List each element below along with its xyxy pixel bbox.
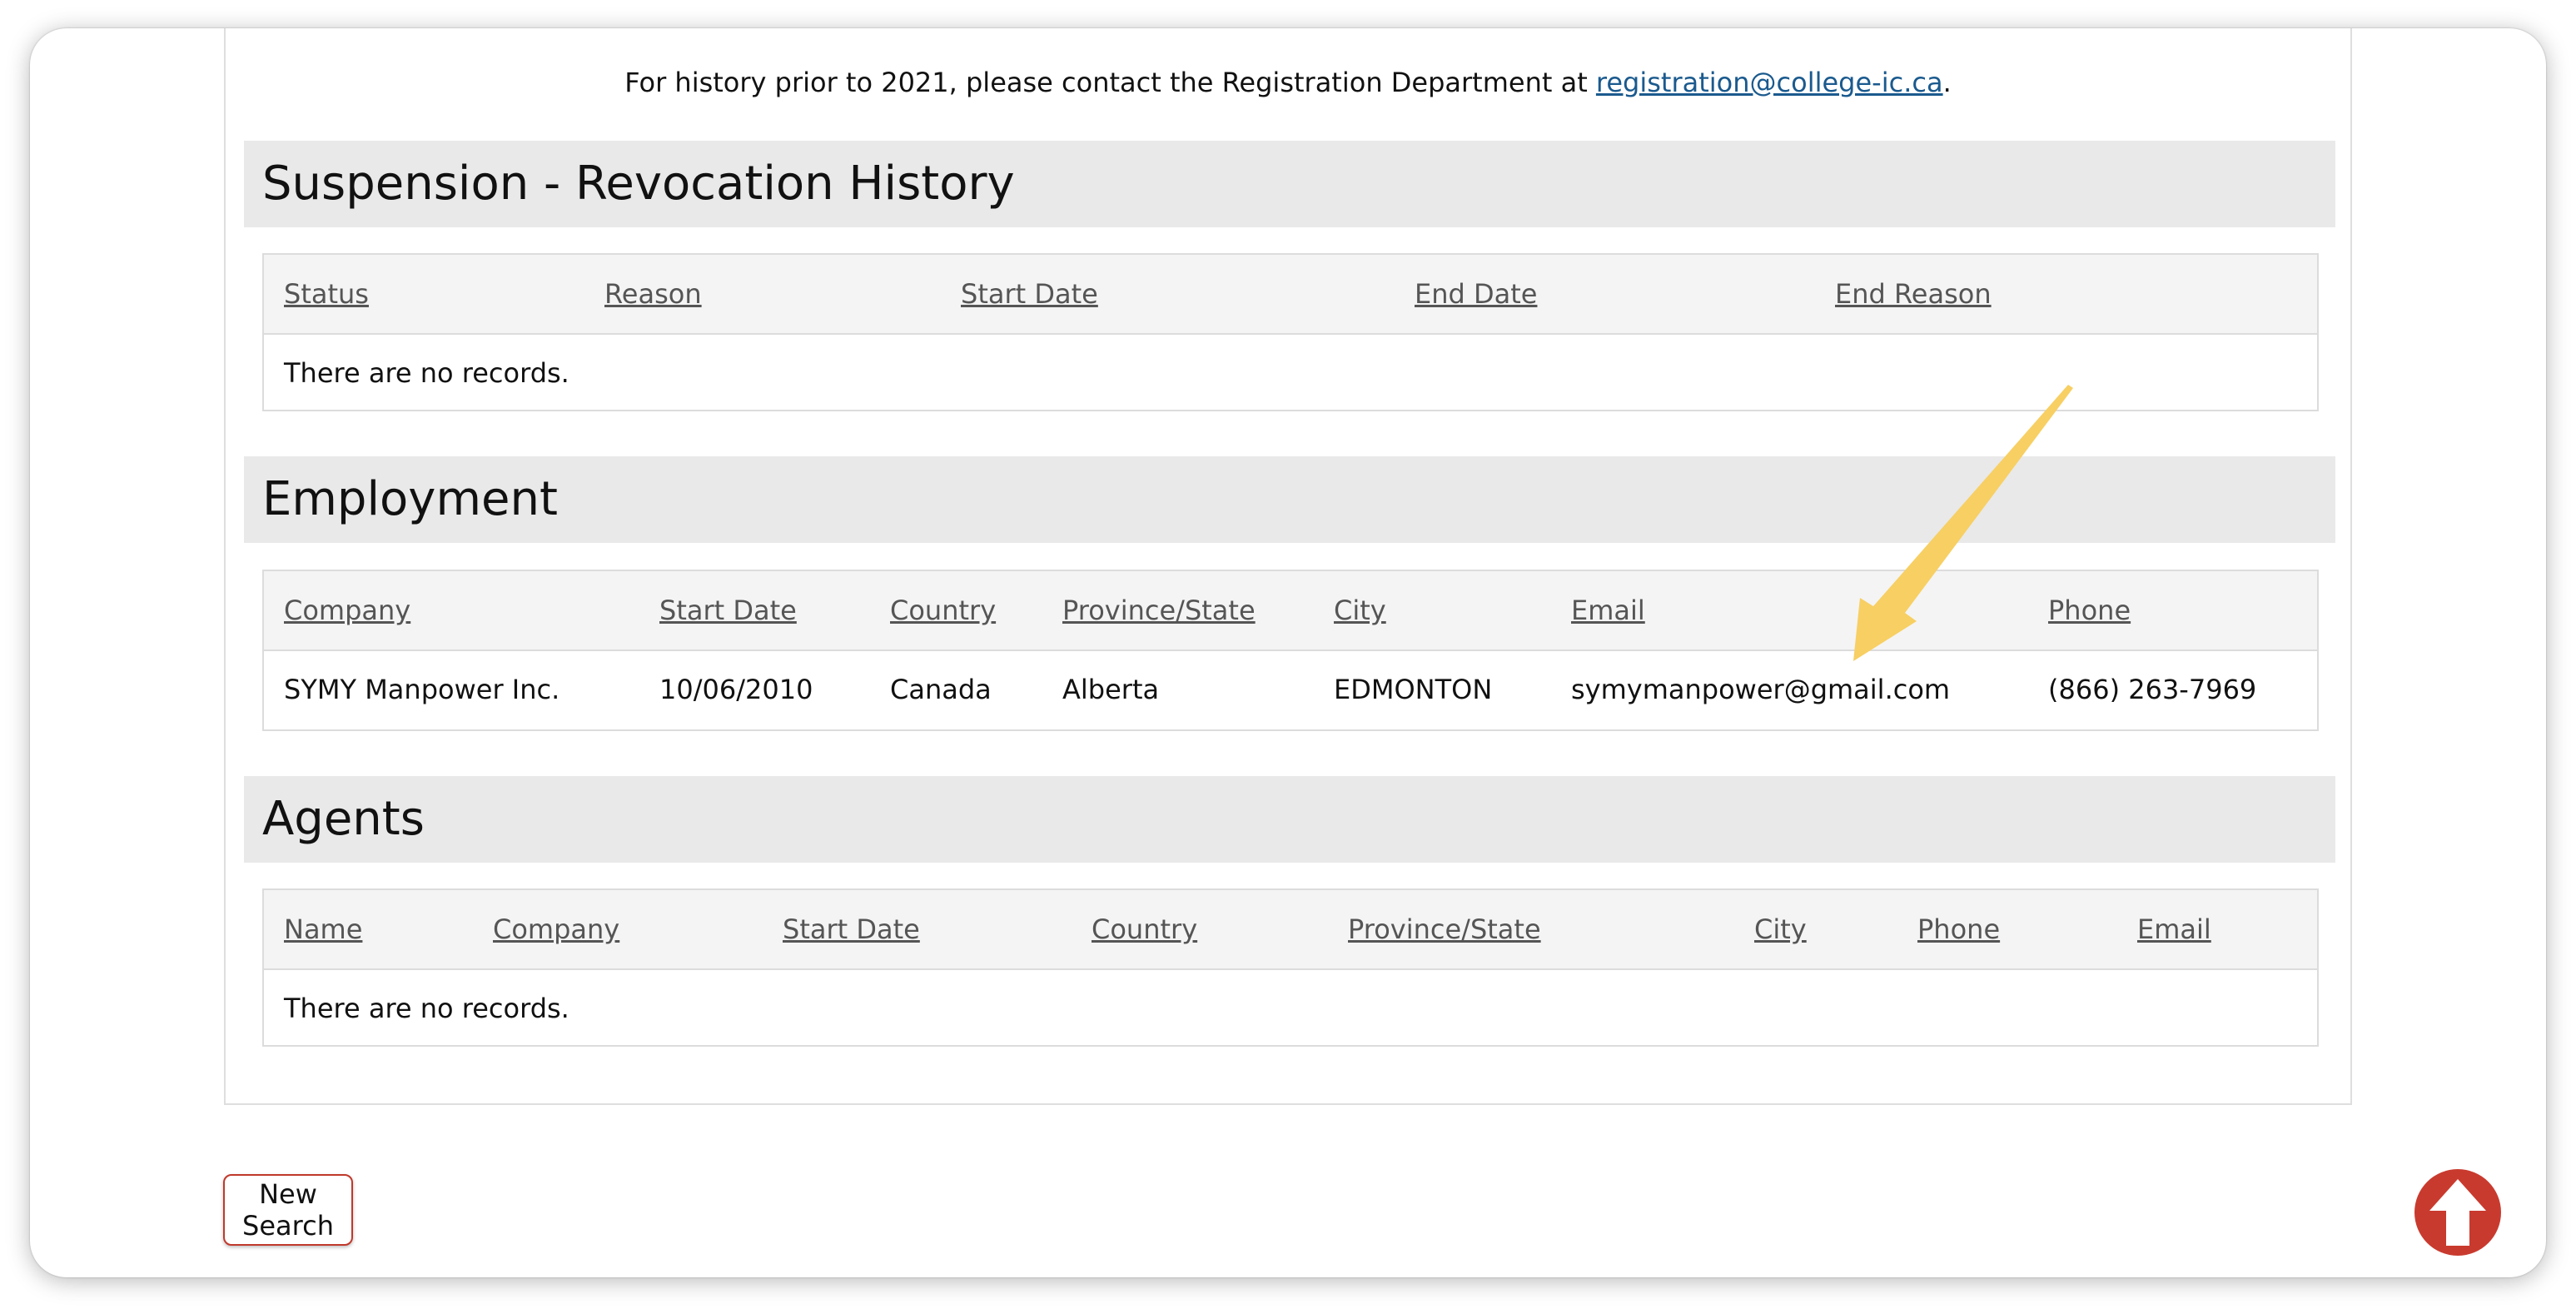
col-start-date[interactable]: Start Date [961, 255, 1098, 333]
empty-row: There are no records. [264, 335, 2317, 411]
cell-company: SYMY Manpower Inc. [284, 674, 560, 705]
col-company[interactable]: Company [493, 890, 619, 968]
col-country[interactable]: Country [1092, 890, 1197, 968]
notice-text: For history prior to 2021, please contac… [624, 67, 1596, 98]
col-city[interactable]: City [1334, 571, 1386, 650]
col-province-state[interactable]: Province/State [1348, 890, 1541, 968]
suspension-section-title: Suspension - Revocation History [244, 141, 2335, 227]
col-end-date[interactable]: End Date [1415, 255, 1537, 333]
suspension-table-header: Status Reason Start Date End Date End Re… [264, 255, 2317, 335]
col-company[interactable]: Company [284, 571, 410, 650]
content-panel: For history prior to 2021, please contac… [224, 28, 2352, 1105]
col-reason[interactable]: Reason [604, 255, 702, 333]
table-row: SYMY Manpower Inc. 10/06/2010 Canada Alb… [264, 651, 2317, 728]
agents-table-header: Name Company Start Date Country Province… [264, 890, 2317, 970]
employment-section-title: Employment [244, 456, 2335, 543]
col-start-date[interactable]: Start Date [659, 571, 797, 650]
col-country[interactable]: Country [890, 571, 996, 650]
employment-table-header: Company Start Date Country Province/Stat… [264, 571, 2317, 651]
scroll-to-top-button[interactable] [2414, 1169, 2501, 1256]
no-records-text: There are no records. [284, 993, 569, 1024]
col-email[interactable]: Email [1571, 571, 1645, 650]
cell-start-date: 10/06/2010 [659, 674, 813, 705]
col-start-date[interactable]: Start Date [783, 890, 920, 968]
cell-email: symymanpower@gmail.com [1571, 674, 1951, 705]
empty-row: There are no records. [264, 970, 2317, 1047]
agents-table: Name Company Start Date Country Province… [262, 888, 2319, 1047]
agents-section-title: Agents [244, 776, 2335, 863]
history-notice: For history prior to 2021, please contac… [226, 67, 2350, 98]
new-search-button[interactable]: New Search [223, 1174, 353, 1246]
col-city[interactable]: City [1754, 890, 1807, 968]
col-email[interactable]: Email [2137, 890, 2211, 968]
cell-province-state: Alberta [1062, 674, 1160, 705]
cell-city: EDMONTON [1334, 674, 1493, 705]
no-records-text: There are no records. [284, 357, 569, 389]
col-end-reason[interactable]: End Reason [1835, 255, 1992, 333]
col-status[interactable]: Status [284, 255, 369, 333]
col-province-state[interactable]: Province/State [1062, 571, 1256, 650]
notice-period: . [1942, 67, 1952, 98]
col-name[interactable]: Name [284, 890, 362, 968]
registration-email-link[interactable]: registration@college-ic.ca [1596, 67, 1943, 98]
arrow-up-icon [2429, 1179, 2486, 1246]
suspension-table: Status Reason Start Date End Date End Re… [262, 253, 2319, 411]
col-phone[interactable]: Phone [2048, 571, 2131, 650]
employment-table: Company Start Date Country Province/Stat… [262, 570, 2319, 731]
col-phone[interactable]: Phone [1917, 890, 2000, 968]
cell-phone: (866) 263-7969 [2048, 674, 2257, 705]
browser-window: For history prior to 2021, please contac… [30, 28, 2546, 1277]
cell-country: Canada [890, 674, 992, 705]
